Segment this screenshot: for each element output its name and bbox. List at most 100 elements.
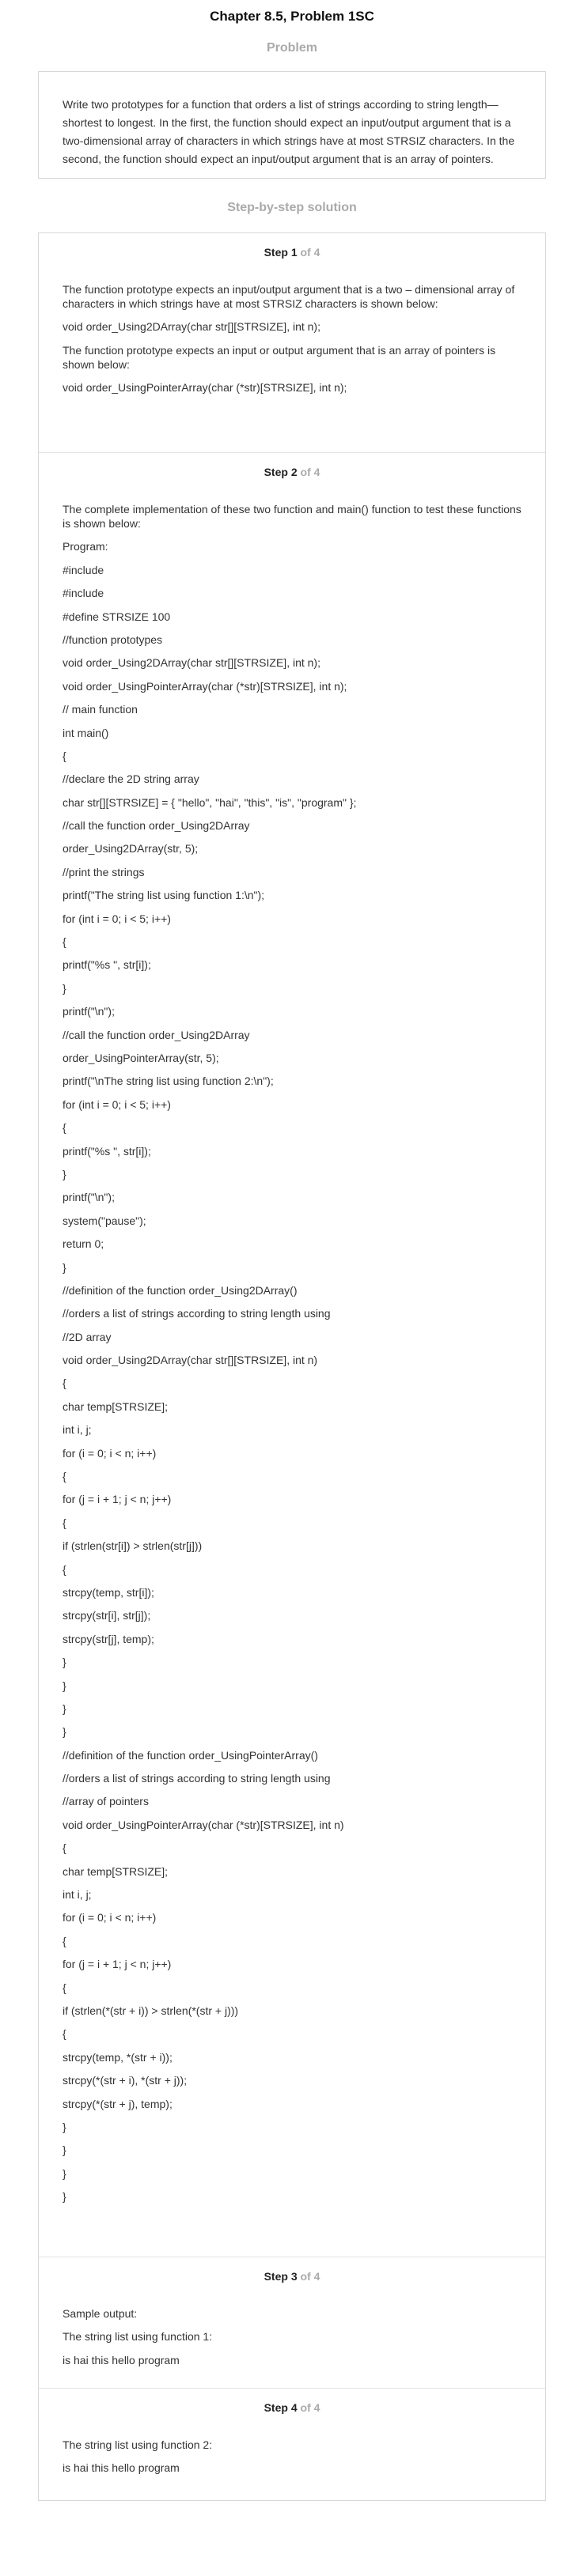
step-text-line: //orders a list of strings according to …: [63, 1772, 331, 1785]
step-text-line: {: [63, 1516, 66, 1529]
step-text-line: }: [63, 1725, 66, 1739]
step-text-line: char temp[STRSIZE];: [63, 1864, 169, 1878]
step-text-line: printf("%s ", str[i]);: [63, 958, 151, 972]
step-text-line: strcpy(temp, str[i]);: [63, 1585, 154, 1599]
step-text-line: }: [63, 1679, 66, 1692]
step-text-line: is hai this hello program: [63, 2461, 180, 2475]
step-text-line: {: [63, 749, 66, 762]
step-3: Step 3 of 4 Sample output: The string lis…: [39, 2257, 545, 2389]
step-label: Step 3: [264, 2270, 298, 2283]
step-text-line: strcpy(*(str + j), temp);: [63, 2097, 173, 2110]
step-text-line: {: [63, 1121, 66, 1135]
step-text-line: void order_Using2DArray(char str[][STRSI…: [63, 656, 320, 670]
step-1: Step 1 of 4 The function prototype expec…: [39, 233, 545, 453]
step-text-line: The string list using function 1:: [63, 2330, 213, 2344]
step-text-line: strcpy(*(str + i), *(str + j));: [63, 2074, 188, 2087]
step-count: of 4: [300, 2270, 320, 2283]
step-text-line: {: [63, 2027, 66, 2041]
step-text-line: {: [63, 1934, 66, 1947]
step-text-line: void order_UsingPointerArray(char (*str)…: [63, 679, 347, 693]
step-text-line: }: [63, 2190, 66, 2204]
step-text-line: if (strlen(*(str + i)) > strlen(*(str + …: [63, 2004, 239, 2017]
step-text-line: }: [63, 1167, 66, 1180]
step-text-line: system("pause");: [63, 1214, 146, 1227]
problem-text: Write two prototypes for a function that…: [63, 98, 515, 165]
step-text-line: #include: [63, 587, 104, 600]
step-text-line: void order_Using2DArray(char str[][STRSI…: [63, 1354, 318, 1367]
steps-card: Step 1 of 4 The function prototype expec…: [38, 232, 546, 2501]
step-body: Sample output: The string list using func…: [63, 2306, 521, 2367]
step-text-line: //definition of the function order_Using…: [63, 1748, 318, 1762]
step-text-line: //call the function order_Using2DArray: [63, 1028, 250, 1041]
step-title: Step 2 of 4: [63, 453, 521, 480]
step-text-line: //2D array: [63, 1330, 112, 1343]
step-body: The string list using function 2: is hai …: [63, 2438, 521, 2475]
step-label: Step 4: [264, 2401, 298, 2414]
step-text-line: //function prototypes: [63, 633, 163, 646]
step-text-line: printf("\n");: [63, 1005, 115, 1018]
step-text-line: }: [63, 2144, 66, 2157]
step-text-line: for (int i = 0; i < 5; i++): [63, 1097, 171, 1111]
step-text-line: }: [63, 981, 66, 995]
step-title: Step 3 of 4: [63, 2257, 521, 2284]
step-text-line: int i, j;: [63, 1888, 92, 1902]
step-text-line: The function prototype expects an input/…: [63, 283, 518, 310]
step-text-line: strcpy(temp, *(str + i));: [63, 2050, 173, 2064]
step-text-line: strcpy(str[i], str[j]);: [63, 1609, 151, 1622]
step-text-line: }: [63, 1260, 66, 1274]
step-text-line: }: [63, 2120, 66, 2133]
step-text-line: char str[][STRSIZE] = { "hello", "hai", …: [63, 795, 357, 809]
step-text-line: }: [63, 2166, 66, 2180]
step-text-line: for (int i = 0; i < 5; i++): [63, 912, 171, 925]
step-count: of 4: [300, 2401, 320, 2414]
step-text-line: printf("%s ", str[i]);: [63, 1144, 151, 1158]
step-text-line: order_Using2DArray(str, 5);: [63, 842, 199, 856]
problem-heading: Problem: [266, 41, 317, 55]
step-text-line: {: [63, 1562, 66, 1576]
step-text-line: //declare the 2D string array: [63, 772, 199, 786]
step-text-line: order_UsingPointerArray(str, 5);: [63, 1051, 219, 1064]
step-title: Step 1 of 4: [63, 233, 521, 260]
step-text-line: The function prototype expects an input …: [63, 343, 499, 371]
step-text-line: for (i = 0; i < n; i++): [63, 1446, 157, 1460]
step-text-line: Sample output:: [63, 2307, 138, 2320]
step-text-line: void order_UsingPointerArray(char (*str)…: [63, 381, 347, 395]
step-body: The function prototype expects an input/…: [63, 282, 521, 395]
step-text-line: void order_Using2DArray(char str[][STRSI…: [63, 320, 320, 334]
step-text-line: strcpy(str[j], temp);: [63, 1632, 154, 1645]
step-text-line: The string list using function 2:: [63, 2438, 213, 2451]
step-text-line: {: [63, 1470, 66, 1483]
step-text-line: {: [63, 1981, 66, 1994]
step-text-line: char temp[STRSIZE];: [63, 1399, 169, 1413]
step-label: Step 1: [264, 246, 298, 259]
step-text-line: if (strlen(str[i]) > strlen(str[j])): [63, 1539, 203, 1553]
step-text-line: void order_UsingPointerArray(char (*str)…: [63, 1818, 344, 1831]
solution-heading: Step-by-step solution: [227, 201, 357, 214]
step-label: Step 2: [264, 466, 298, 478]
step-text-line: //orders a list of strings according to …: [63, 1307, 331, 1320]
step-text-line: return 0;: [63, 1237, 104, 1251]
step-count: of 4: [300, 466, 320, 478]
step-text-line: {: [63, 1841, 66, 1855]
step-text-line: int main(): [63, 726, 109, 739]
problem-card: Write two prototypes for a function that…: [38, 71, 546, 179]
step-text-line: Program:: [63, 540, 108, 553]
step-text-line: printf("The string list using function 1…: [63, 889, 265, 902]
chapter-title: Chapter 8.5, Problem 1SC: [210, 9, 374, 24]
step-4: Step 4 of 4 The string list using functi…: [39, 2389, 545, 2500]
step-text-line: {: [63, 935, 66, 949]
step-text-line: The complete implementation of these two…: [63, 503, 525, 530]
step-body: The complete implementation of these two…: [63, 502, 521, 2204]
step-text-line: }: [63, 1656, 66, 1669]
step-text-line: //definition of the function order_Using…: [63, 1283, 298, 1297]
step-text-line: for (j = i + 1; j < n; j++): [63, 1493, 172, 1506]
step-text-line: //array of pointers: [63, 1795, 149, 1808]
step-text-line: {: [63, 1377, 66, 1390]
step-text-line: int i, j;: [63, 1423, 92, 1437]
step-text-line: is hai this hello program: [63, 2353, 180, 2366]
step-text-line: printf("\nThe string list using function…: [63, 1075, 274, 1088]
solution-page: Chapter 8.5, Problem 1SC Problem Write t…: [0, 0, 584, 2501]
step-text-line: }: [63, 1702, 66, 1715]
step-text-line: #include: [63, 563, 104, 576]
step-count: of 4: [300, 246, 320, 259]
